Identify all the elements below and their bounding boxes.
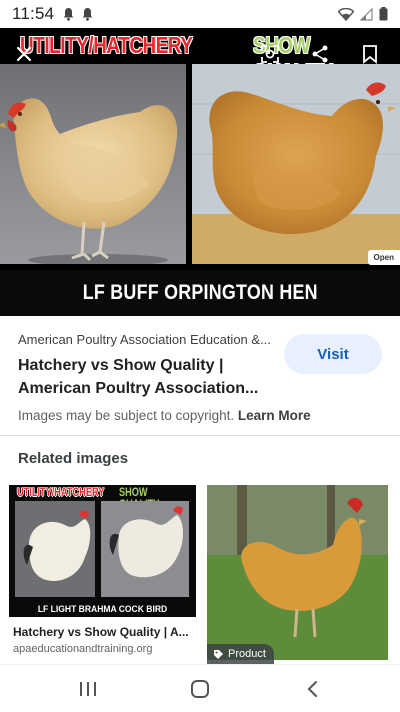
- related-thumb-caption: LF LIGHT BRAHMA COCK BIRD: [37, 604, 168, 615]
- image-caption-band: LF BUFF ORPINGTON HEN: [0, 270, 400, 316]
- related-image-2[interactable]: [207, 485, 388, 660]
- system-icons: [338, 7, 388, 21]
- tag-icon: [214, 649, 223, 659]
- recent-apps-icon: [80, 682, 96, 696]
- open-tag[interactable]: Open: [367, 250, 400, 265]
- share-icon: [312, 45, 328, 63]
- image-caption: LF BUFF ORPINGTON HEN: [82, 281, 318, 304]
- lens-button[interactable]: [254, 38, 286, 70]
- save-button[interactable]: [354, 38, 386, 70]
- home-button[interactable]: [180, 675, 220, 703]
- back-button[interactable]: [292, 675, 332, 703]
- product-chip[interactable]: Product: [207, 644, 274, 664]
- image-title-left: UTILITY/HATCHERY: [20, 32, 193, 58]
- share-button[interactable]: [304, 38, 336, 70]
- bell-icon: [63, 8, 74, 21]
- signal-icon: [360, 7, 373, 21]
- result-info: American Poultry Association Education &…: [0, 316, 400, 436]
- copyright-text: Images may be subject to copyright.: [18, 408, 235, 423]
- copyright-notice: Images may be subject to copyright. Lear…: [18, 408, 311, 423]
- related-image-1[interactable]: UTILITY/HATCHERY SHOW QUALITY LF LIGHT B…: [9, 485, 196, 617]
- hen-photo-left: [0, 64, 186, 264]
- wifi-icon: [338, 7, 354, 21]
- related-item-title[interactable]: Hatchery vs Show Quality | A...: [13, 625, 195, 639]
- hen-photo-right: [192, 64, 400, 264]
- orpington-illustration: [207, 485, 388, 660]
- lens-icon: [261, 45, 279, 63]
- bookmark-icon: [363, 45, 377, 64]
- close-icon: [16, 46, 32, 62]
- related-images-heading: Related images: [18, 450, 129, 467]
- hen-illustration-left: [0, 98, 178, 264]
- divider: [0, 435, 400, 436]
- learn-more-link[interactable]: Learn More: [238, 408, 311, 423]
- status-time: 11:54: [12, 4, 55, 23]
- status-bar: 11:54: [0, 0, 400, 28]
- hen-illustration-right: [192, 64, 400, 264]
- home-icon: [191, 680, 209, 698]
- brahma-illustration: [15, 501, 189, 597]
- visit-button[interactable]: Visit: [284, 334, 382, 374]
- related-item-source: apaeducationandtraining.org: [13, 643, 153, 655]
- main-image[interactable]: UTILITY/HATCHERY SHOW QUALITY: [0, 28, 400, 316]
- recent-apps-button[interactable]: [68, 675, 108, 703]
- navigation-bar: [0, 664, 400, 712]
- product-chip-label: Product: [228, 648, 266, 660]
- close-button[interactable]: [10, 40, 38, 68]
- result-source[interactable]: American Poultry Association Education &…: [18, 332, 273, 347]
- result-title[interactable]: Hatchery vs Show Quality | American Poul…: [18, 354, 270, 400]
- notification-icons: [62, 7, 94, 21]
- battery-icon: [379, 7, 388, 21]
- bell-icon: [82, 8, 93, 21]
- back-icon: [307, 681, 317, 697]
- image-actions: [254, 38, 386, 70]
